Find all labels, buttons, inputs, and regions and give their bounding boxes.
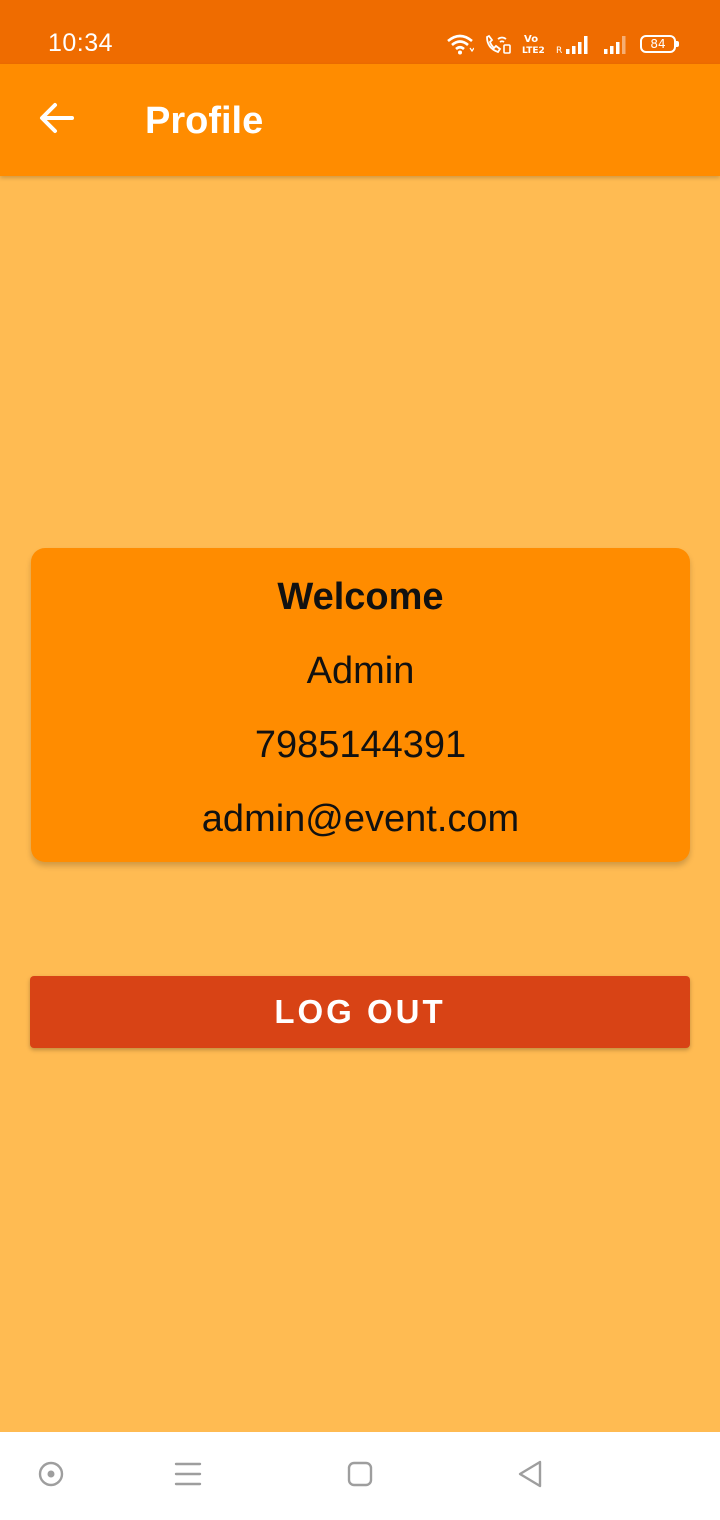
wifi-icon	[446, 33, 474, 55]
status-time: 10:34	[48, 29, 114, 57]
arrow-left-icon	[38, 102, 74, 139]
nav-back-button[interactable]	[508, 1454, 552, 1498]
page-title: Profile	[145, 100, 264, 142]
assistant-icon	[37, 1460, 65, 1493]
home-button[interactable]	[338, 1454, 382, 1498]
wifi-calling-icon	[484, 33, 512, 55]
user-name: Admin	[306, 650, 415, 692]
user-email: admin@event.com	[201, 798, 520, 840]
status-bar: 10:34 Vo LTE2 R 84	[0, 0, 720, 64]
assistant-button[interactable]	[29, 1454, 73, 1498]
recents-button[interactable]	[166, 1454, 210, 1498]
signal-icon: R	[556, 33, 592, 55]
volte-icon: Vo LTE2	[522, 32, 546, 56]
profile-card: Welcome Admin 7985144391 admin@event.com	[31, 548, 690, 862]
welcome-heading: Welcome	[277, 576, 444, 618]
svg-text:R: R	[556, 46, 562, 55]
user-phone: 7985144391	[254, 724, 467, 766]
signal-icon-2	[602, 33, 630, 55]
logout-button[interactable]: LOG OUT	[30, 976, 690, 1048]
app-bar: Profile	[0, 64, 720, 176]
back-icon	[516, 1459, 544, 1494]
status-icons: Vo LTE2 R 84	[446, 28, 679, 60]
system-nav-bar	[0, 1432, 720, 1520]
home-icon	[346, 1460, 374, 1493]
back-button[interactable]	[24, 88, 88, 152]
svg-text:LTE2: LTE2	[522, 46, 545, 56]
battery-level: 84	[650, 37, 666, 51]
battery-icon: 84	[640, 35, 679, 53]
recents-icon	[174, 1461, 202, 1492]
svg-text:Vo: Vo	[524, 34, 538, 45]
